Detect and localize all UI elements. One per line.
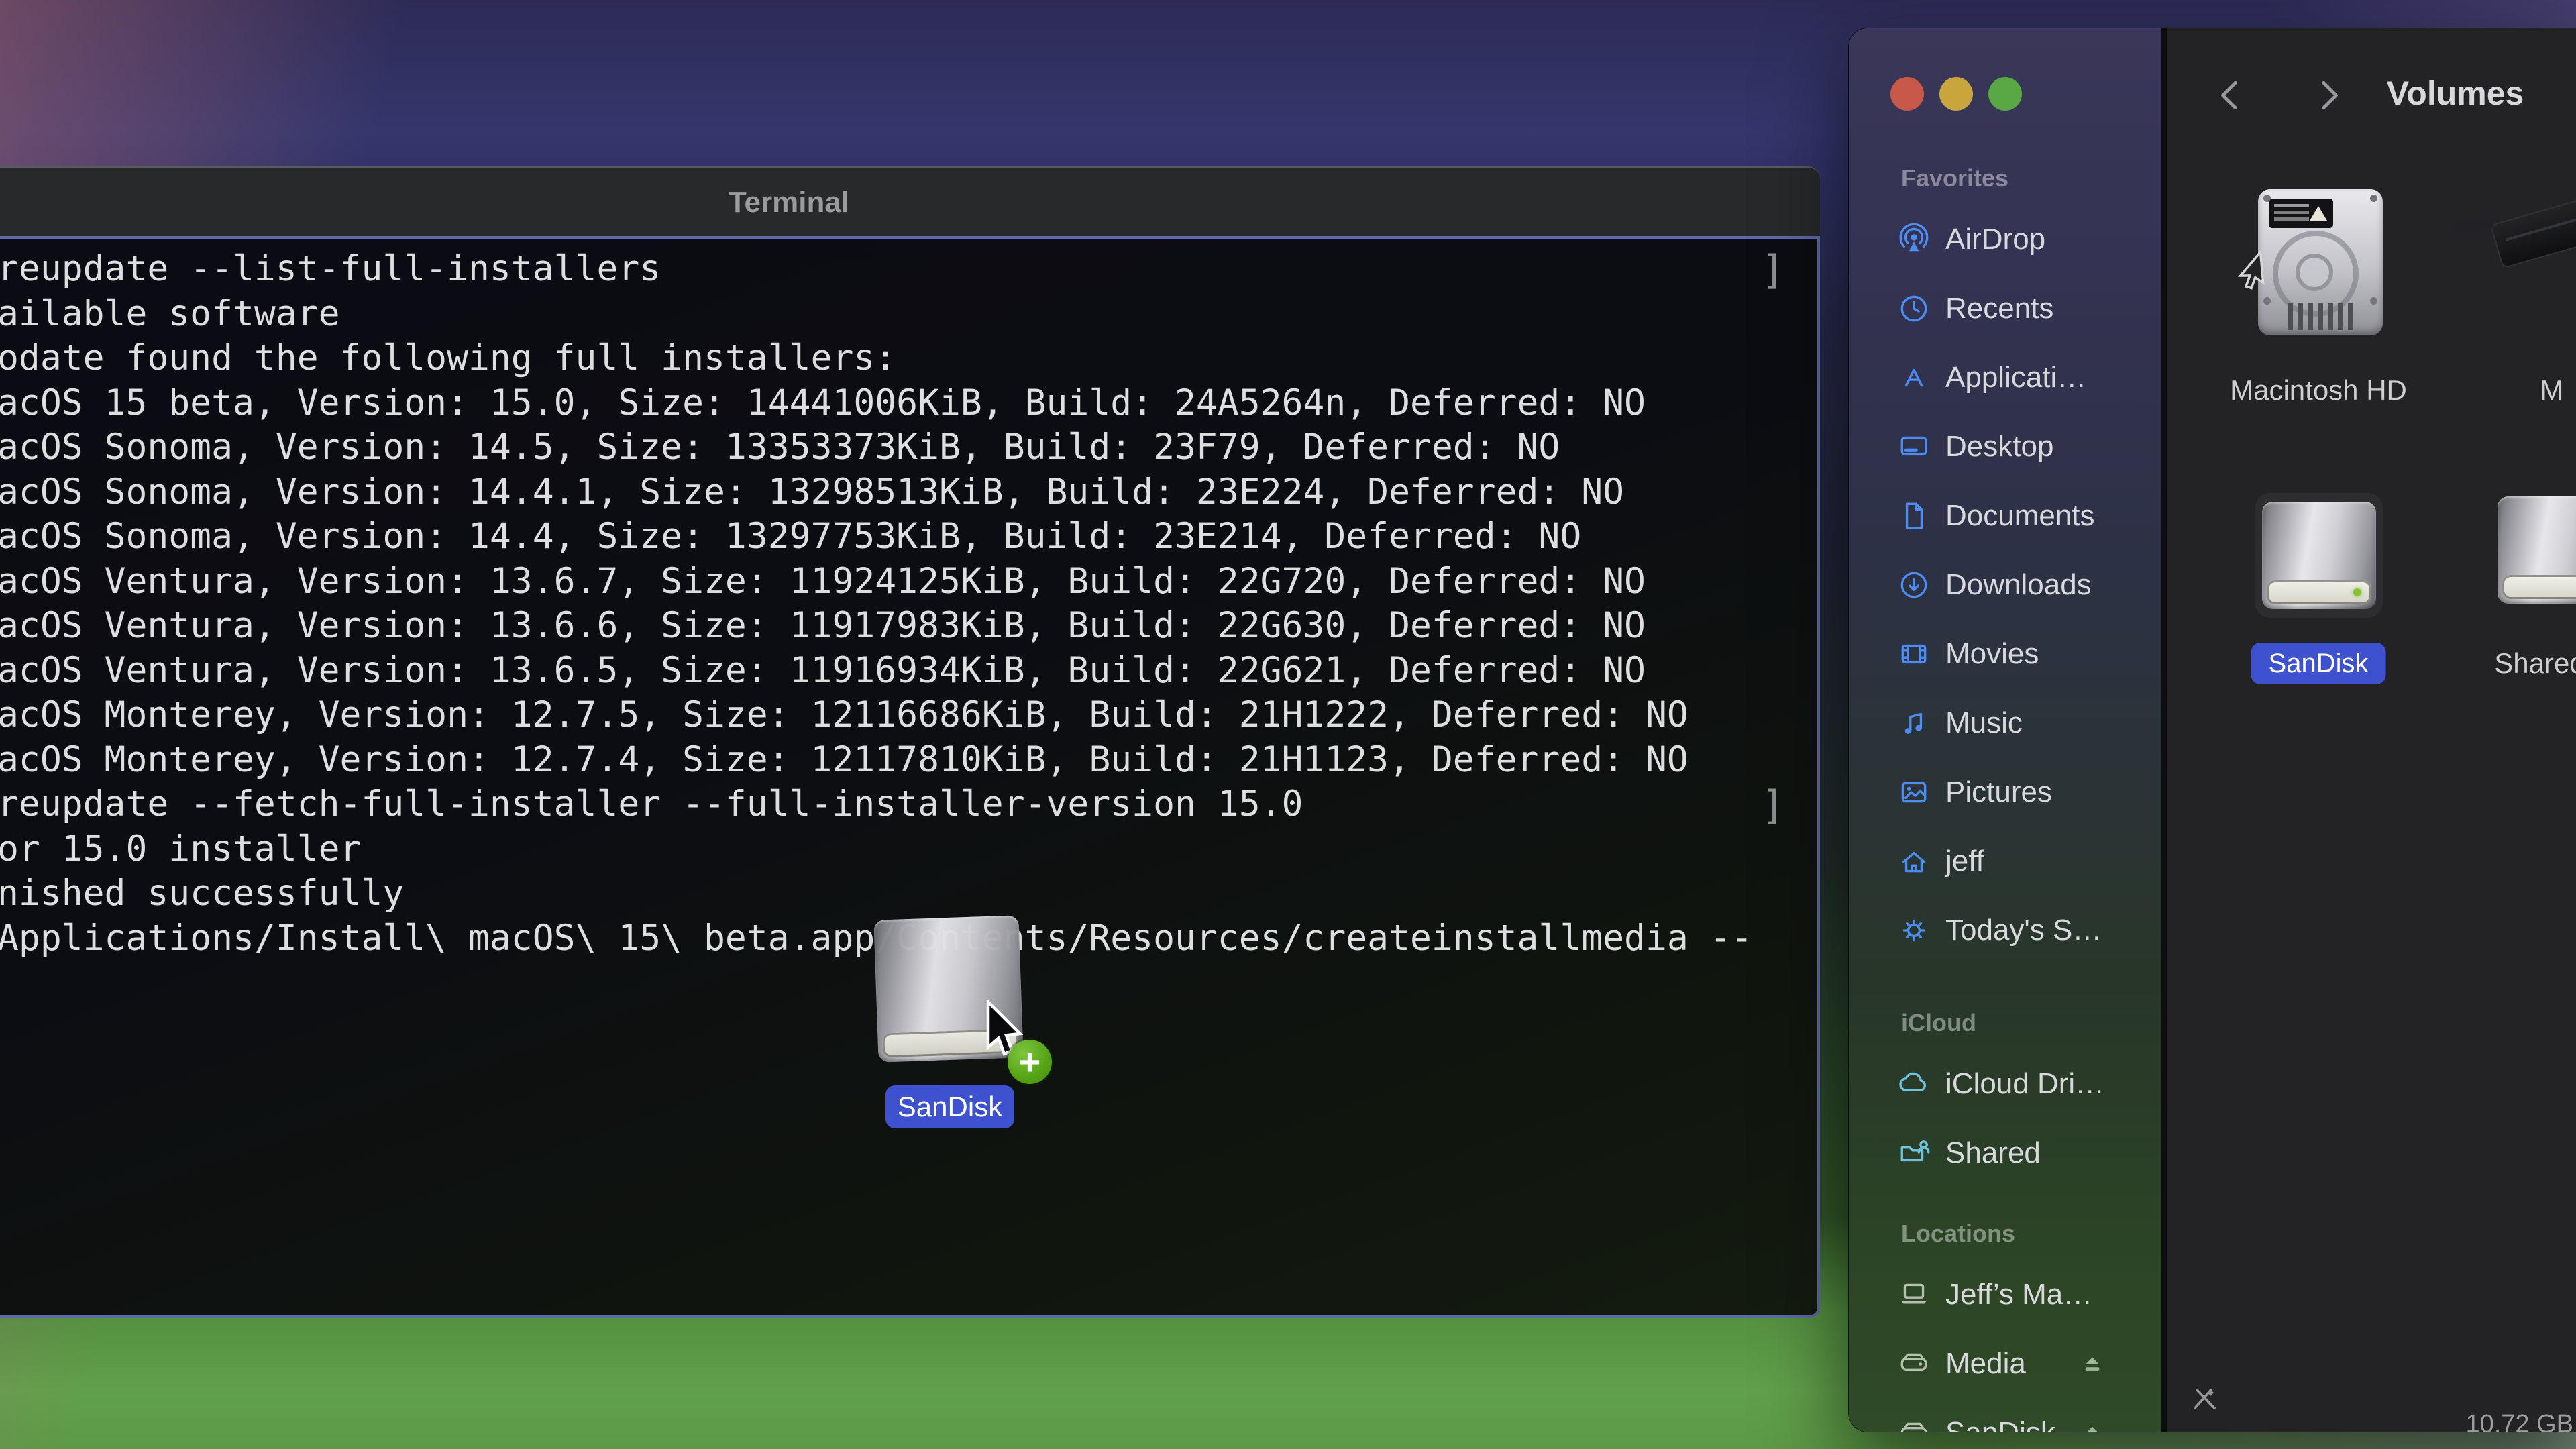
- status-free-space: 10.72 GB: [2465, 1410, 2573, 1432]
- terminal-line: acOS Ventura, Version: 13.6.7, Size: 119…: [0, 559, 1817, 604]
- sidebar-item-airdrop[interactable]: AirDrop: [1849, 205, 2161, 274]
- sidebar-item-label: Today's S…: [1945, 914, 2102, 947]
- sidebar-item-label: Media: [1945, 1347, 2026, 1381]
- drag-ghost-sandisk[interactable]: + SanDisk: [876, 918, 1051, 1139]
- sidebar-item-label: Jeff’s Ma…: [1945, 1278, 2092, 1311]
- sidebar-item-pictures[interactable]: Pictures: [1849, 757, 2161, 826]
- cloud-icon: [1897, 1067, 1931, 1101]
- drag-ghost-label: SanDisk: [885, 1085, 1014, 1128]
- film-icon: [1897, 637, 1931, 671]
- photo-icon: [1897, 775, 1931, 809]
- terminal-line: odate found the following full installer…: [0, 336, 1817, 381]
- volume-label-media[interactable]: M: [2540, 374, 2564, 407]
- sandisk-volume-icon[interactable]: [2262, 502, 2376, 609]
- copy-plus-badge-icon: +: [1008, 1040, 1052, 1084]
- sidebar-item-recents[interactable]: Recents: [1849, 274, 2161, 343]
- terminal-line: reupdate --list-full-installers: [0, 247, 1817, 292]
- sidebar-item-label: Applicati…: [1945, 361, 2086, 394]
- sidebar-item-documents[interactable]: Documents: [1849, 481, 2161, 550]
- drag-origin-arrow-icon: [2238, 254, 2275, 299]
- back-button[interactable]: [2211, 70, 2249, 121]
- forward-button[interactable]: [2310, 70, 2348, 121]
- sidebar-item-applicati[interactable]: Applicati…: [1849, 343, 2161, 412]
- macintosh-hd-icon[interactable]: [2258, 189, 2383, 335]
- sidebar-item-label: Pictures: [1945, 775, 2052, 809]
- drive-icon: [1897, 1347, 1931, 1381]
- clock-icon: [1897, 292, 1931, 325]
- sidebar-item-label: iCloud Dri…: [1945, 1067, 2104, 1101]
- terminal-line: acOS Monterey, Version: 12.7.5, Size: 12…: [0, 693, 1817, 738]
- sidebar-item-jeff[interactable]: jeff: [1849, 826, 2161, 896]
- terminal-line: acOS 15 beta, Version: 15.0, Size: 14441…: [0, 381, 1817, 426]
- eject-button[interactable]: [2076, 1416, 2109, 1432]
- volume-label-macintosh-hd[interactable]: Macintosh HD: [2230, 374, 2407, 407]
- terminal-line: acOS Sonoma, Version: 14.4, Size: 132977…: [0, 515, 1817, 559]
- sidebar-item-movies[interactable]: Movies: [1849, 619, 2161, 688]
- terminal-title: Terminal: [729, 186, 849, 219]
- sidebar-item-label: Desktop: [1945, 430, 2053, 464]
- gear-icon: [1897, 914, 1931, 947]
- drive-icon: [1897, 1416, 1931, 1432]
- sharedfolder-icon: [1897, 1136, 1931, 1170]
- terminal-line: acOS Ventura, Version: 13.6.6, Size: 119…: [0, 604, 1817, 649]
- terminal-mark-icon: ]: [1761, 247, 1785, 294]
- terminal-mark-icon: ]: [1761, 782, 1785, 829]
- sidebar-item-label: Music: [1945, 706, 2023, 740]
- finder-window-title: Volumes: [2387, 74, 2524, 113]
- terminal-content[interactable]: reupdate --list-full-installersailable s…: [0, 236, 1820, 1318]
- desktop: Terminal reupdate --list-full-installers…: [0, 0, 2576, 1449]
- sidebar-item-icloud-dri[interactable]: iCloud Dri…: [1849, 1049, 2161, 1118]
- volume-label-sandisk-selected[interactable]: SanDisk: [2251, 643, 2386, 684]
- terminal-line: acOS Monterey, Version: 12.7.4, Size: 12…: [0, 738, 1817, 783]
- sidebar-item-media[interactable]: Media: [1849, 1329, 2161, 1398]
- volume-label-shared[interactable]: Shared: [2494, 647, 2576, 680]
- shared-volume-icon[interactable]: [2498, 496, 2576, 604]
- sidebar-item-desktop[interactable]: Desktop: [1849, 412, 2161, 481]
- zoom-button[interactable]: [1988, 77, 2022, 111]
- sidebar-item-label: Documents: [1945, 499, 2095, 533]
- appstore-icon: [1897, 361, 1931, 394]
- sidebar-item-label: Movies: [1945, 637, 2039, 671]
- sidebar-item-jeff-s-ma[interactable]: Jeff’s Ma…: [1849, 1260, 2161, 1329]
- sidebar-item-label: jeff: [1945, 845, 1984, 878]
- terminal-line: or 15.0 installer: [0, 827, 1817, 872]
- terminal-line: acOS Ventura, Version: 13.6.5, Size: 119…: [0, 649, 1817, 694]
- sidebar-section-header: Locations: [1849, 1208, 2161, 1260]
- finder-window: Favorites AirDrop Recents Applicati… Desktop…: [1849, 28, 2576, 1432]
- home-icon: [1897, 845, 1931, 878]
- airdrop-icon: [1897, 223, 1931, 256]
- terminal-line: acOS Sonoma, Version: 14.4.1, Size: 1329…: [0, 470, 1817, 515]
- terminal-line: ailable software: [0, 292, 1817, 337]
- terminal-window: Terminal reupdate --list-full-installers…: [0, 166, 1820, 1318]
- sidebar-section-header: iCloud: [1849, 997, 2161, 1049]
- close-button[interactable]: [1890, 77, 1924, 111]
- sidebar-item-sandisk[interactable]: SanDisk: [1849, 1398, 2161, 1432]
- sidebar-item-label: Shared: [1945, 1136, 2041, 1170]
- terminal-line: reupdate --fetch-full-installer --full-i…: [0, 782, 1817, 827]
- sidebar-item-label: Recents: [1945, 292, 2053, 325]
- sidebar-item-label: AirDrop: [1945, 223, 2045, 256]
- sidebar-item-label: Downloads: [1945, 568, 2092, 602]
- download-icon: [1897, 568, 1931, 602]
- music-icon: [1897, 706, 1931, 740]
- sidebar-item-label: SanDisk: [1945, 1416, 2055, 1432]
- finder-sidebar: Favorites AirDrop Recents Applicati… Desktop…: [1849, 152, 2161, 1432]
- laptop-icon: [1897, 1278, 1931, 1311]
- terminal-titlebar[interactable]: Terminal: [0, 166, 1820, 237]
- sidebar-section-header: Favorites: [1849, 152, 2161, 205]
- terminal-line: acOS Sonoma, Version: 14.5, Size: 133533…: [0, 425, 1817, 470]
- read-only-pencil-icon: [2188, 1381, 2222, 1415]
- sidebar-item-today-s-s[interactable]: Today's S…: [1849, 896, 2161, 965]
- terminal-output: reupdate --list-full-installersailable s…: [0, 247, 1817, 961]
- terminal-line: nished successfully: [0, 871, 1817, 916]
- desktop-icon: [1897, 430, 1931, 464]
- sidebar-item-shared[interactable]: Shared: [1849, 1118, 2161, 1187]
- eject-button[interactable]: [2076, 1347, 2109, 1381]
- document-icon: [1897, 499, 1931, 533]
- minimize-button[interactable]: [1939, 77, 1973, 111]
- sidebar-item-downloads[interactable]: Downloads: [1849, 550, 2161, 619]
- sidebar-divider: [2161, 28, 2167, 1432]
- sidebar-item-music[interactable]: Music: [1849, 688, 2161, 757]
